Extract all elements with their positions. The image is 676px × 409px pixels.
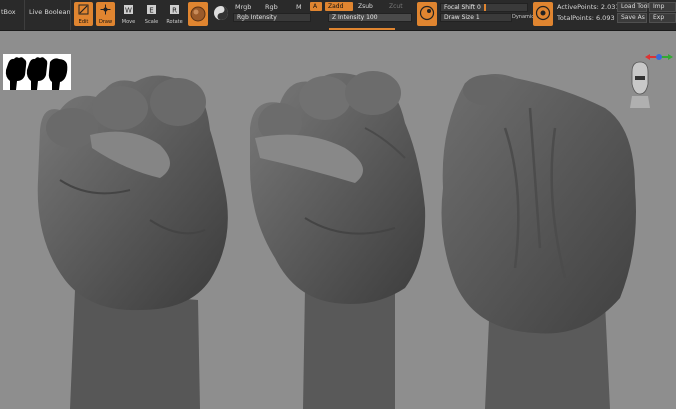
rgb-intensity-label: Rgb Intensity [237, 14, 277, 21]
zbrush-window: tBox Live Boolean Edit Draw W Move E Sca… [0, 0, 676, 409]
material-sphere-icon [190, 6, 206, 22]
material-button[interactable] [188, 2, 208, 26]
svg-text:R: R [172, 7, 177, 15]
export-button[interactable]: Exp [649, 13, 676, 23]
a-button[interactable]: A [310, 2, 322, 11]
move-label: Move [121, 19, 136, 25]
svg-text:E: E [149, 7, 153, 15]
top-toolbar: tBox Live Boolean Edit Draw W Move E Sca… [0, 0, 676, 31]
fist-front-view [37, 75, 228, 409]
draw-size-text: Draw Size 1 [444, 14, 480, 22]
zcut-button[interactable]: Zcut [386, 2, 406, 11]
fist-three-quarter-view [250, 71, 426, 409]
focal-shift-button[interactable] [417, 2, 437, 26]
import-button[interactable]: Imp [649, 2, 676, 12]
draw-icon [100, 4, 111, 15]
fist-back-view [441, 74, 636, 409]
move-icon: W [124, 5, 133, 15]
z-intensity-indicator [329, 28, 395, 30]
zsub-button[interactable]: Zsub [355, 2, 376, 11]
draw-size-label: Draw Size [444, 14, 474, 21]
rotate-icon: R [170, 5, 179, 15]
edit-button[interactable]: Edit [74, 2, 93, 26]
rotate-label: Rotate [166, 19, 183, 25]
draw-button[interactable]: Draw [96, 2, 115, 26]
dynamic-size-button[interactable] [533, 2, 553, 26]
focal-shift-icon [419, 5, 435, 21]
z-intensity-slider[interactable]: Z Intensity 100 [328, 13, 412, 22]
draw-label: Draw [98, 19, 113, 25]
zadd-button[interactable]: Zadd [325, 2, 353, 11]
total-points-readout: TotalPoints: 6.093 Mil [557, 14, 626, 22]
scale-label: Scale [144, 19, 159, 25]
total-points-label: TotalPoints: [557, 14, 594, 22]
dynamic-button[interactable]: Dynamic [512, 13, 534, 21]
live-boolean-button[interactable]: Live Boolean [29, 8, 71, 16]
svg-text:W: W [125, 7, 132, 15]
rgb-intensity-slider[interactable]: Rgb Intensity [233, 13, 311, 22]
z-intensity-text: Z Intensity 100 [332, 14, 378, 22]
m-button[interactable]: M [296, 3, 302, 11]
edit-label: Edit [78, 19, 89, 25]
focal-shift-text: Focal Shift 0 [444, 4, 481, 12]
axis-gizmo-icon[interactable] [645, 50, 673, 64]
scale-icon: E [147, 5, 156, 15]
rgb-button[interactable]: Rgb [265, 3, 278, 11]
brush-size-icon [535, 5, 551, 21]
tbox-button[interactable]: tBox [1, 8, 16, 16]
rotate-button[interactable]: R Rotate [165, 2, 184, 26]
scale-button[interactable]: E Scale [142, 2, 161, 26]
texture-icon[interactable] [213, 5, 229, 21]
load-tool-button[interactable]: Load Tool [617, 2, 649, 12]
z-intensity-label: Z Intensity [332, 14, 365, 21]
mrgb-button[interactable]: Mrgb [235, 3, 251, 11]
focal-shift-value: 0 [477, 4, 481, 11]
save-as-button[interactable]: Save As [617, 13, 647, 23]
z-intensity-value: 100 [366, 14, 378, 21]
move-button[interactable]: W Move [119, 2, 138, 26]
navigation-head-icon[interactable] [628, 60, 652, 108]
edit-icon [78, 4, 89, 15]
focal-shift-marker [484, 4, 486, 11]
draw-size-value: 1 [475, 14, 480, 21]
active-points-label: ActivePoints: [557, 3, 599, 11]
focal-shift-label: Focal Shift [444, 4, 476, 11]
draw-size-slider[interactable]: Draw Size 1 [440, 13, 512, 22]
